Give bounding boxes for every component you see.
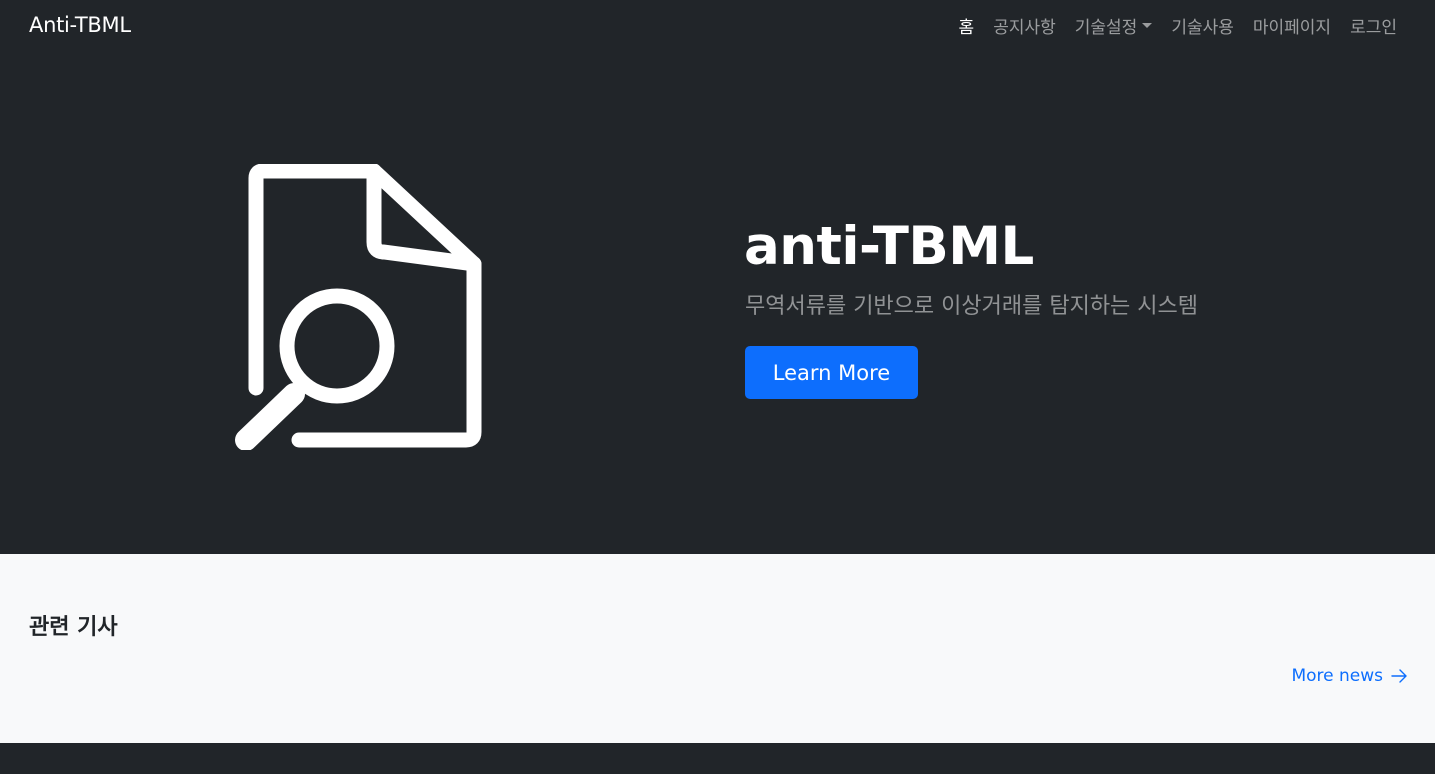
news-section: 관련 기사 More news: [0, 554, 1435, 743]
nav-item-mypage: 마이페이지: [1253, 13, 1331, 38]
nav-item-tech-usage: 기술사용: [1171, 13, 1234, 38]
learn-more-button[interactable]: Learn More: [745, 346, 918, 399]
nav-link-notice[interactable]: 공지사항: [993, 13, 1056, 38]
nav-link-mypage[interactable]: 마이페이지: [1253, 13, 1331, 38]
more-news-label: More news: [1291, 666, 1383, 686]
arrow-right-icon: [1391, 669, 1407, 683]
nav-menu: 홈 공지사항 기술설정 기술사용 마이페이지 로그인: [959, 13, 1397, 38]
hero-lead: 무역서류를 기반으로 이상거래를 탐지하는 시스템: [745, 294, 1199, 319]
footer: [0, 743, 1435, 774]
nav-link-home[interactable]: 홈: [959, 13, 975, 38]
navbar: Anti-TBML 홈 공지사항 기술설정 기술사용 마이페이지 로그인: [0, 0, 1435, 52]
nav-item-tech-settings: 기술설정: [1075, 13, 1153, 38]
file-search-icon: [235, 164, 482, 450]
hero-title: anti-TBML: [744, 216, 1034, 277]
nav-item-notice: 공지사항: [993, 13, 1056, 38]
brand-link[interactable]: Anti-TBML: [29, 13, 131, 37]
nav-item-home: 홈: [959, 13, 975, 38]
more-news-link[interactable]: More news: [1291, 666, 1407, 686]
nav-link-tech-usage[interactable]: 기술사용: [1171, 13, 1234, 38]
news-heading: 관련 기사: [29, 615, 118, 640]
nav-link-login[interactable]: 로그인: [1350, 13, 1397, 38]
nav-item-login: 로그인: [1350, 13, 1397, 38]
caret-down-icon: [1142, 23, 1153, 28]
nav-dropdown-tech-settings[interactable]: 기술설정: [1075, 13, 1153, 38]
hero-section: anti-TBML 무역서류를 기반으로 이상거래를 탐지하는 시스템 Lear…: [0, 52, 1435, 554]
nav-dropdown-label: 기술설정: [1074, 18, 1138, 38]
